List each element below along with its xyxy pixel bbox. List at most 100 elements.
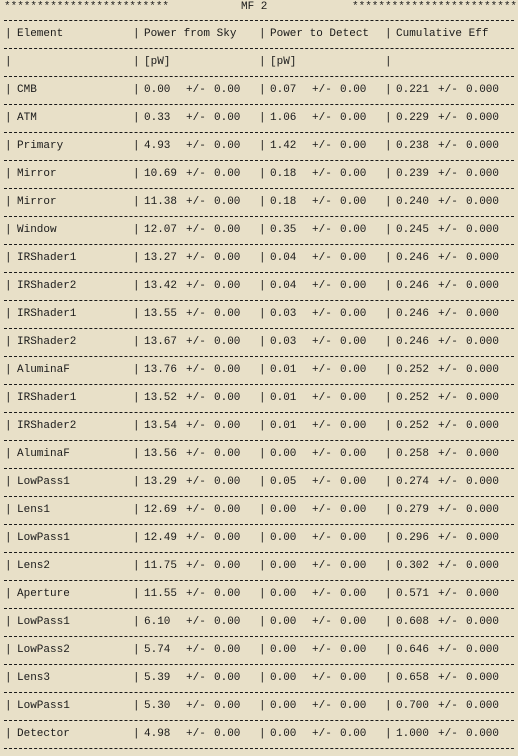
cell-sky-error: 0.00 [214, 224, 241, 236]
cell-cumulative-eff: 0.252 [396, 420, 430, 432]
column-separator: | [5, 672, 12, 684]
column-separator: | [259, 364, 266, 376]
cell-pm-symbol: +/- [438, 280, 458, 292]
cell-element: Mirror [17, 168, 57, 180]
cell-pm-symbol: +/- [438, 224, 458, 236]
column-separator: | [5, 140, 12, 152]
column-separator: | [133, 700, 140, 712]
column-separator: | [5, 728, 12, 740]
cell-cumulative-eff: 0.229 [396, 112, 430, 124]
cell-power-to-detect: 0.35 [270, 224, 297, 236]
cell-pm-symbol: +/- [186, 644, 206, 656]
cell-power-from-sky: 0.33 [144, 112, 171, 124]
column-separator: | [5, 588, 12, 600]
cell-eff-error: 0.000 [466, 448, 500, 460]
column-separator: | [5, 504, 12, 516]
column-separator: | [5, 616, 12, 628]
cell-element: IRShader1 [17, 392, 77, 404]
cell-power-from-sky: 13.76 [144, 364, 178, 376]
column-separator: | [5, 392, 12, 404]
column-separator: | [5, 112, 12, 124]
cell-pm-symbol: +/- [438, 364, 458, 376]
cell-cumulative-eff: 0.658 [396, 672, 430, 684]
cell-cumulative-eff: 0.240 [396, 196, 430, 208]
cell-sky-error: 0.00 [214, 252, 241, 264]
column-separator: | [5, 448, 12, 460]
cell-power-to-detect: 0.01 [270, 364, 297, 376]
cell-pm-symbol: +/- [312, 196, 332, 208]
cell-cumulative-eff: 0.279 [396, 504, 430, 516]
column-separator: | [259, 308, 266, 320]
cell-pm-symbol: +/- [186, 616, 206, 628]
cell-element: Mirror [17, 196, 57, 208]
column-separator: | [385, 392, 392, 404]
column-separator: | [133, 112, 140, 124]
cell-pm-symbol: +/- [312, 448, 332, 460]
column-separator: | [385, 364, 392, 376]
cell-sky-error: 0.00 [214, 84, 241, 96]
column-separator: | [5, 280, 12, 292]
cell-sky-error: 0.00 [214, 308, 241, 320]
table-row: | Aperture | 11.55 +/- 0.00 | 0.00 +/- 0.00 | 0.571… [0, 587, 518, 601]
cell-power-to-detect: 0.00 [270, 448, 297, 460]
cell-sky-error: 0.00 [214, 392, 241, 404]
divider [4, 412, 514, 413]
column-separator: | [133, 224, 140, 236]
cell-power-from-sky: 5.39 [144, 672, 171, 684]
column-separator: | [259, 140, 266, 152]
column-separator: | [259, 168, 266, 180]
cell-pm-symbol: +/- [438, 700, 458, 712]
cell-detect-error: 0.00 [340, 140, 367, 152]
cell-pm-symbol: +/- [312, 364, 332, 376]
cell-sky-error: 0.00 [214, 644, 241, 656]
cell-pm-symbol: +/- [312, 336, 332, 348]
cell-pm-symbol: +/- [186, 280, 206, 292]
cell-power-from-sky: 13.42 [144, 280, 178, 292]
column-separator: | [259, 224, 266, 236]
column-separator: | [5, 84, 12, 96]
table-row: | IRShader1 | 13.55 +/- 0.00 | 0.03 +/- 0.00 | 0.24… [0, 307, 518, 321]
cell-pm-symbol: +/- [438, 392, 458, 404]
cell-element: LowPass1 [17, 700, 70, 712]
cell-eff-error: 0.000 [466, 644, 500, 656]
cell-eff-error: 0.000 [466, 476, 500, 488]
table-row: | LowPass2 | 5.74 +/- 0.00 | 0.00 +/- 0.00 | 0.646 +… [0, 643, 518, 657]
column-separator: | [259, 560, 266, 572]
cell-cumulative-eff: 0.246 [396, 280, 430, 292]
cell-pm-symbol: +/- [312, 84, 332, 96]
divider [4, 636, 514, 637]
column-separator: | [385, 336, 392, 348]
cell-power-to-detect: 0.00 [270, 700, 297, 712]
cell-detect-error: 0.00 [340, 532, 367, 544]
title-left-stars: ************************* [4, 1, 170, 13]
cell-detect-error: 0.00 [340, 560, 367, 572]
cell-detect-error: 0.00 [340, 196, 367, 208]
cell-cumulative-eff: 0.221 [396, 84, 430, 96]
column-separator: | [385, 140, 392, 152]
column-separator: | [385, 448, 392, 460]
column-separator: | [385, 84, 392, 96]
column-separator: | [385, 56, 392, 68]
cell-pm-symbol: +/- [438, 196, 458, 208]
cell-pm-symbol: +/- [438, 84, 458, 96]
column-separator: | [259, 588, 266, 600]
cell-power-from-sky: 11.38 [144, 196, 178, 208]
cell-eff-error: 0.000 [466, 112, 500, 124]
column-separator: | [259, 196, 266, 208]
cell-pm-symbol: +/- [186, 112, 206, 124]
cell-sky-error: 0.00 [214, 532, 241, 544]
column-separator: | [133, 448, 140, 460]
cell-cumulative-eff: 0.258 [396, 448, 430, 460]
cell-eff-error: 0.000 [466, 252, 500, 264]
column-separator: | [259, 420, 266, 432]
table-title: MF 2 [241, 1, 268, 13]
column-separator: | [5, 252, 12, 264]
divider [4, 552, 514, 553]
table-row: | Lens2 | 11.75 +/- 0.00 | 0.00 +/- 0.00 | 0.302 +/-… [0, 559, 518, 573]
cell-detect-error: 0.00 [340, 308, 367, 320]
cell-element: CMB [17, 84, 37, 96]
cell-pm-symbol: +/- [312, 252, 332, 264]
column-separator: | [385, 588, 392, 600]
column-separator: | [133, 672, 140, 684]
cell-eff-error: 0.000 [466, 728, 500, 740]
